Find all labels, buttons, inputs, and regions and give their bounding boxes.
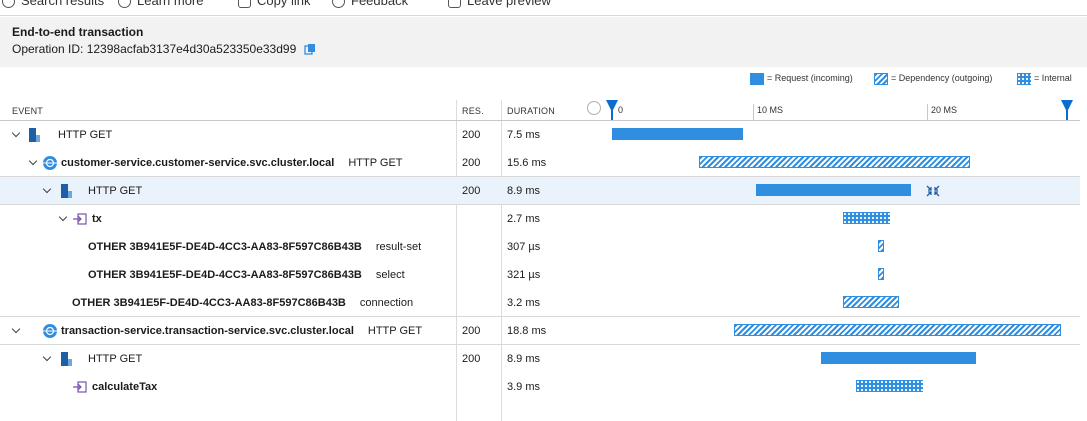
internal-bar[interactable]	[843, 212, 891, 224]
result-code: 200	[462, 353, 481, 365]
chevron-down-icon[interactable]	[11, 324, 21, 334]
internal-icon	[73, 213, 87, 225]
reset-zoom-icon[interactable]	[587, 101, 601, 115]
back-arrow-icon	[448, 0, 461, 9]
copy-link-button[interactable]: Copy link	[238, 0, 310, 9]
dependency-bar[interactable]	[843, 296, 900, 308]
result-code: 200	[462, 325, 481, 337]
transaction-row[interactable]: tx 2.7 ms	[0, 205, 1080, 233]
result-code: 200	[462, 185, 481, 197]
timeline-tick	[753, 104, 754, 120]
feedback-icon	[332, 0, 345, 9]
duration-value: 8.9 ms	[507, 185, 541, 197]
duration-value: 2.7 ms	[507, 213, 541, 225]
duration-value: 8.9 ms	[507, 353, 541, 365]
event-name: OTHER 3B941E5F-DE4D-4CC3-AA83-8F597C86B4…	[88, 269, 405, 281]
duration-value: 307 µs	[507, 241, 541, 253]
result-code: 200	[462, 157, 481, 169]
timeline-end-marker[interactable]	[1061, 100, 1073, 112]
chevron-down-icon[interactable]	[58, 212, 68, 222]
search-results-button[interactable]: Search results	[2, 0, 104, 9]
request-legend-swatch	[750, 73, 764, 85]
legend-internal: = Internal	[1034, 73, 1072, 83]
transaction-row[interactable]: HTTP GET 200 8.9 ms	[0, 177, 1080, 205]
event-name: HTTP GET	[88, 353, 143, 365]
duration-value: 3.2 ms	[507, 297, 541, 309]
transaction-row[interactable]: calculateTax 3.9 ms	[0, 373, 1080, 401]
internal-legend-swatch	[1017, 73, 1031, 85]
search-icon	[2, 0, 15, 9]
request-bar[interactable]	[820, 352, 976, 364]
dependency-bar[interactable]	[699, 156, 971, 168]
help-icon	[118, 0, 131, 9]
transaction-header: End-to-end transaction Operation ID: 123…	[0, 17, 1087, 67]
timeline-tick-label: 10 MS	[757, 105, 784, 115]
page-title: End-to-end transaction	[12, 25, 144, 39]
event-name: transaction-service.transaction-service.…	[61, 325, 423, 337]
internal-icon	[73, 381, 87, 393]
globe-icon	[43, 324, 57, 338]
duration-value: 321 µs	[507, 269, 541, 281]
transaction-row[interactable]: HTTP GET 200 8.9 ms	[0, 345, 1080, 373]
timeline-start-marker[interactable]	[606, 100, 618, 112]
server-icon	[61, 184, 72, 198]
transaction-row[interactable]: OTHER 3B941E5F-DE4D-4CC3-AA83-8F597C86B4…	[0, 233, 1080, 261]
event-name: HTTP GET	[58, 129, 113, 141]
event-name: calculateTax	[92, 381, 158, 393]
chevron-down-icon[interactable]	[42, 352, 52, 362]
feedback-button[interactable]: Feedback	[332, 0, 408, 9]
dependency-bar[interactable]	[733, 324, 1061, 336]
column-header-result[interactable]: RES.	[462, 106, 484, 116]
dependency-bar[interactable]	[878, 240, 884, 252]
timeline-tick-label: 20 MS	[931, 105, 958, 115]
globe-icon	[43, 156, 57, 170]
copy-icon[interactable]	[303, 43, 316, 55]
timeline-tick-label: 0	[618, 105, 624, 115]
event-name: customer-service.customer-service.svc.cl…	[61, 157, 403, 169]
collapse-icon[interactable]	[926, 185, 940, 197]
duration-value: 18.8 ms	[507, 325, 547, 337]
request-bar[interactable]	[756, 184, 912, 196]
timeline-axis: 0 10 MS 20 MS	[612, 100, 1070, 120]
leave-preview-button[interactable]: Leave preview	[448, 0, 551, 9]
learn-more-button[interactable]: Learn more	[118, 0, 203, 9]
duration-value: 15.6 ms	[507, 157, 547, 169]
transaction-row[interactable]: OTHER 3B941E5F-DE4D-4CC3-AA83-8F597C86B4…	[0, 289, 1080, 317]
result-code: 200	[462, 129, 481, 141]
server-icon	[29, 128, 40, 142]
duration-value: 3.9 ms	[507, 381, 541, 393]
event-name: HTTP GET	[88, 185, 143, 197]
event-name: OTHER 3B941E5F-DE4D-4CC3-AA83-8F597C86B4…	[88, 241, 422, 253]
internal-bar[interactable]	[855, 380, 924, 392]
toolbar: Search results Learn more Copy link Feed…	[0, 0, 1087, 16]
column-header-event[interactable]: EVENT	[12, 106, 43, 116]
timeline-tick	[927, 104, 928, 120]
server-icon	[61, 352, 72, 366]
chevron-down-icon[interactable]	[28, 156, 38, 166]
operation-id: Operation ID: 12398acfab3137e4d30a523350…	[12, 42, 316, 56]
copy-icon	[238, 0, 251, 9]
dependency-legend-swatch	[874, 73, 888, 85]
transaction-row[interactable]: HTTP GET 200 7.5 ms	[0, 121, 1080, 149]
transaction-row[interactable]: customer-service.customer-service.svc.cl…	[0, 149, 1080, 177]
duration-value: 7.5 ms	[507, 129, 541, 141]
transaction-row[interactable]: OTHER 3B941E5F-DE4D-4CC3-AA83-8F597C86B4…	[0, 261, 1080, 289]
request-bar[interactable]	[612, 128, 743, 140]
event-name: tx	[92, 213, 102, 225]
chevron-down-icon[interactable]	[11, 128, 21, 138]
transaction-row[interactable]: transaction-service.transaction-service.…	[0, 317, 1080, 345]
dependency-bar[interactable]	[878, 268, 884, 280]
legend-request: = Request (incoming)	[767, 73, 853, 83]
event-name: OTHER 3B941E5F-DE4D-4CC3-AA83-8F597C86B4…	[72, 297, 414, 309]
legend-dependency: = Dependency (outgoing)	[891, 73, 993, 83]
chevron-down-icon[interactable]	[42, 184, 52, 194]
column-header-duration[interactable]: DURATION	[507, 106, 555, 116]
